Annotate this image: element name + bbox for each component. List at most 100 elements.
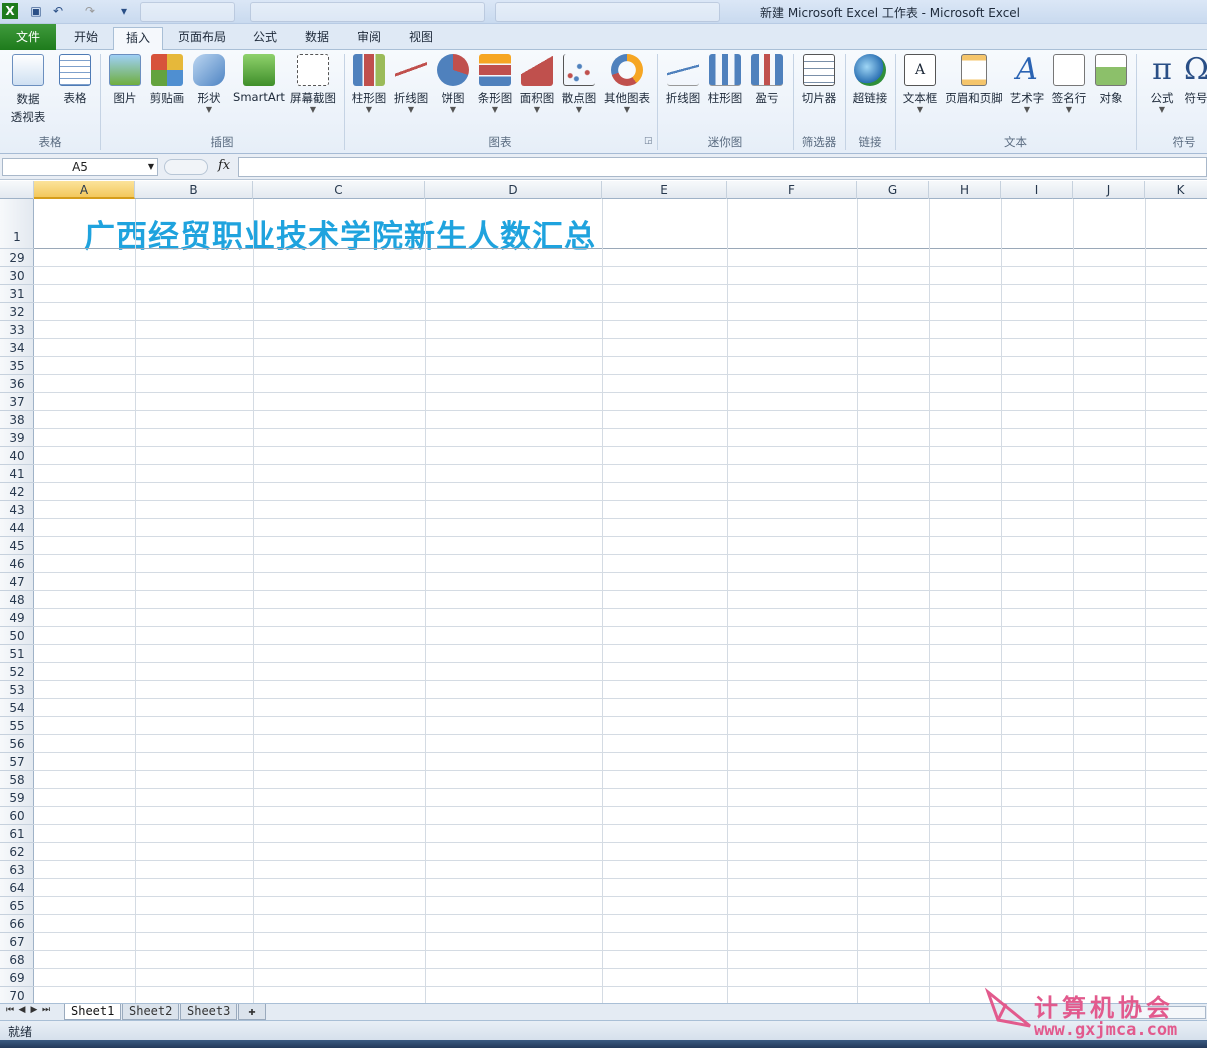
sheet-tab-sheet1[interactable]: Sheet1 xyxy=(64,1004,122,1020)
row-header[interactable]: 57 xyxy=(0,753,34,771)
row-header[interactable]: 33 xyxy=(0,321,34,339)
hyperlink-button[interactable]: 超链接 xyxy=(850,54,890,106)
next-sheet-icon[interactable]: ▶ xyxy=(28,1005,40,1015)
tab-insert[interactable]: 插入 xyxy=(113,27,164,50)
row-header[interactable]: 53 xyxy=(0,681,34,699)
column-header[interactable]: A xyxy=(34,181,135,199)
row-header[interactable]: 50 xyxy=(0,627,34,645)
sparkline-line-button[interactable]: 折线图 xyxy=(662,54,704,106)
slicer-button[interactable]: 切片器 xyxy=(798,54,840,106)
tab-formulas[interactable]: 公式 xyxy=(241,27,289,50)
row-header[interactable]: 40 xyxy=(0,447,34,465)
pie-chart-button[interactable]: 饼图 ▼ xyxy=(436,54,470,114)
row-header[interactable]: 47 xyxy=(0,573,34,591)
row-header[interactable]: 55 xyxy=(0,717,34,735)
save-icon[interactable]: ▣ xyxy=(28,3,44,19)
redo-icon[interactable]: ↷ xyxy=(82,3,98,19)
row-header[interactable]: 48 xyxy=(0,591,34,609)
formula-bar-handle[interactable] xyxy=(164,159,208,175)
column-header[interactable]: G xyxy=(857,181,929,199)
row-header[interactable]: 56 xyxy=(0,735,34,753)
shapes-button[interactable]: 形状 ▼ xyxy=(192,54,226,114)
table-button[interactable]: 表格 xyxy=(56,54,94,106)
screenshot-button[interactable]: 屏幕截图 ▼ xyxy=(288,54,338,114)
row-header[interactable]: 65 xyxy=(0,897,34,915)
symbol-button[interactable]: Ω 符号 xyxy=(1184,54,1207,106)
wordart-button[interactable]: A 艺术字 ▼ xyxy=(1006,54,1048,114)
row-header[interactable]: 54 xyxy=(0,699,34,717)
row-header[interactable]: 39 xyxy=(0,429,34,447)
text-box-button[interactable]: A 文本框 ▼ xyxy=(900,54,940,114)
column-header[interactable]: H xyxy=(929,181,1001,199)
prev-sheet-icon[interactable]: ◀ xyxy=(16,1005,28,1015)
tab-data[interactable]: 数据 xyxy=(293,27,341,50)
sheet-tab-sheet3[interactable]: Sheet3 xyxy=(180,1004,238,1020)
row-header[interactable]: 44 xyxy=(0,519,34,537)
smartart-button[interactable]: SmartArt xyxy=(230,54,288,104)
area-chart-button[interactable]: 面积图 ▼ xyxy=(516,54,558,114)
equation-button[interactable]: π 公式 ▼ xyxy=(1142,54,1182,114)
sparkline-winloss-button[interactable]: 盈亏 xyxy=(748,54,786,106)
row-header[interactable]: 67 xyxy=(0,933,34,951)
row-header[interactable]: 51 xyxy=(0,645,34,663)
scatter-chart-button[interactable]: 散点图 ▼ xyxy=(558,54,600,114)
row-header[interactable]: 38 xyxy=(0,411,34,429)
insert-sheet-icon[interactable]: ✚ xyxy=(238,1004,266,1020)
column-header[interactable]: F xyxy=(727,181,857,199)
column-header[interactable]: K xyxy=(1145,181,1207,199)
formula-input[interactable] xyxy=(238,157,1207,177)
row-header[interactable]: 31 xyxy=(0,285,34,303)
picture-button[interactable]: 图片 xyxy=(106,54,144,106)
row-header[interactable]: 36 xyxy=(0,375,34,393)
row-header[interactable]: 60 xyxy=(0,807,34,825)
undo-icon[interactable]: ↶ xyxy=(50,3,66,19)
other-charts-button[interactable]: 其他图表 ▼ xyxy=(600,54,654,114)
tab-file[interactable]: 文件 xyxy=(0,24,56,50)
column-header[interactable]: C xyxy=(253,181,425,199)
row-header[interactable]: 66 xyxy=(0,915,34,933)
name-box-dropdown-icon[interactable]: ▼ xyxy=(148,159,154,175)
first-sheet-icon[interactable]: ⏮ xyxy=(4,1005,16,1015)
row-header[interactable]: 64 xyxy=(0,879,34,897)
insert-function-icon[interactable]: fx xyxy=(218,158,230,173)
row-header[interactable]: 68 xyxy=(0,951,34,969)
row-header[interactable]: 59 xyxy=(0,789,34,807)
tab-review[interactable]: 审阅 xyxy=(345,27,393,50)
sheet-tab-sheet2[interactable]: Sheet2 xyxy=(122,1004,180,1020)
row-header[interactable]: 35 xyxy=(0,357,34,375)
column-header[interactable]: E xyxy=(602,181,727,199)
select-all-corner[interactable] xyxy=(0,181,34,199)
row-header[interactable]: 49 xyxy=(0,609,34,627)
row-header[interactable]: 42 xyxy=(0,483,34,501)
tab-view[interactable]: 视图 xyxy=(397,27,445,50)
row-header[interactable]: 37 xyxy=(0,393,34,411)
row-header[interactable]: 34 xyxy=(0,339,34,357)
column-header[interactable]: J xyxy=(1073,181,1145,199)
sheet-title-cell[interactable]: 广西经贸职业技术学院新生人数汇总 xyxy=(84,211,596,256)
pivot-table-button[interactable]: 数据 透视表 xyxy=(4,54,52,126)
name-box[interactable]: A5 ▼ xyxy=(2,158,158,176)
sparkline-column-button[interactable]: 柱形图 xyxy=(704,54,746,106)
dialog-launcher-icon[interactable]: ◲ xyxy=(644,136,653,146)
clip-art-button[interactable]: 剪贴画 xyxy=(146,54,188,106)
line-chart-button[interactable]: 折线图 ▼ xyxy=(390,54,432,114)
row-header[interactable]: 46 xyxy=(0,555,34,573)
row-header[interactable]: 58 xyxy=(0,771,34,789)
column-chart-button[interactable]: 柱形图 ▼ xyxy=(348,54,390,114)
last-sheet-icon[interactable]: ⏭ xyxy=(40,1005,52,1015)
row-header[interactable]: 61 xyxy=(0,825,34,843)
row-header[interactable]: 1 xyxy=(0,199,34,249)
customize-toolbar-icon[interactable]: ▾ xyxy=(116,3,132,19)
object-button[interactable]: 对象 xyxy=(1092,54,1130,106)
column-header[interactable]: I xyxy=(1001,181,1073,199)
header-footer-button[interactable]: 页眉和页脚 xyxy=(942,54,1006,106)
row-header[interactable]: 62 xyxy=(0,843,34,861)
row-header[interactable]: 45 xyxy=(0,537,34,555)
row-header[interactable]: 30 xyxy=(0,267,34,285)
tab-home[interactable]: 开始 xyxy=(62,27,110,50)
row-header[interactable]: 41 xyxy=(0,465,34,483)
tab-page-layout[interactable]: 页面布局 xyxy=(166,27,238,50)
row-header[interactable]: 63 xyxy=(0,861,34,879)
row-header[interactable]: 29 xyxy=(0,249,34,267)
signature-line-button[interactable]: 签名行 ▼ xyxy=(1048,54,1090,114)
